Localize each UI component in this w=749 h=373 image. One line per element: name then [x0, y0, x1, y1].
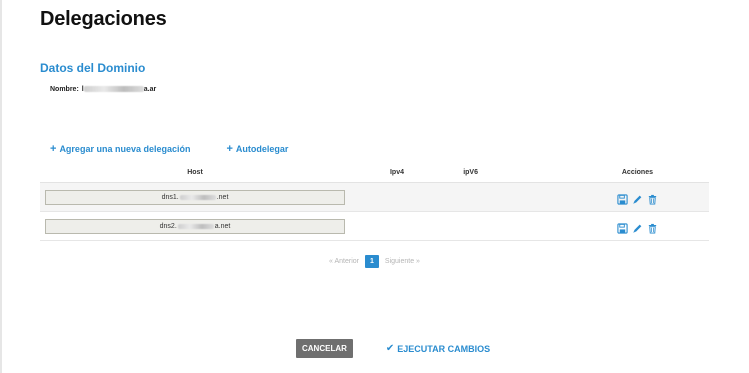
domain-name-suffix: a.ar	[143, 86, 157, 93]
host-prefix: dns2.	[159, 222, 177, 230]
autodelegate-button[interactable]: + Autodelegar	[226, 142, 289, 155]
header-ipv4: Ipv4	[389, 169, 404, 176]
pagination: « Anterior 1 Siguiente »	[0, 255, 749, 268]
trash-icon[interactable]	[647, 192, 658, 205]
add-delegation-button[interactable]: + Agregar una nueva delegación	[50, 142, 191, 155]
row-actions	[617, 221, 658, 234]
section-title: Datos del Dominio	[40, 61, 146, 75]
domain-name-line: Nombre: l a.ar	[50, 86, 156, 93]
table-header: Host Ipv4 ipV6 Acciones	[40, 163, 709, 183]
autodelegate-label: Autodelegar	[235, 144, 289, 154]
redacted-text	[177, 223, 214, 229]
row-actions	[617, 192, 658, 205]
host-input[interactable]: dns1. .net	[45, 189, 345, 205]
cancel-button[interactable]: CANCELAR	[296, 339, 353, 358]
delegations-table: Host Ipv4 ipV6 Acciones dns1. .net dns2. a…	[40, 163, 709, 241]
host-suffix: .net	[216, 193, 229, 201]
execute-changes-button[interactable]: ✔ EJECUTAR CAMBIOS	[386, 343, 490, 354]
trash-icon[interactable]	[647, 221, 658, 234]
plus-icon: +	[226, 142, 233, 155]
delegation-actions: + Agregar una nueva delegación + Autodel…	[50, 142, 289, 155]
header-host: Host	[187, 169, 203, 176]
add-delegation-label: Agregar una nueva delegación	[59, 144, 191, 154]
prev-page-link[interactable]: « Anterior	[329, 258, 359, 265]
domain-name-label: Nombre:	[50, 86, 79, 93]
table-row: dns1. .net	[40, 183, 709, 212]
host-input[interactable]: dns2. a.net	[45, 218, 345, 234]
header-actions: Acciones	[621, 169, 653, 176]
page-number-current[interactable]: 1	[365, 255, 379, 268]
redacted-text	[179, 194, 216, 200]
form-footer: CANCELAR ✔ EJECUTAR CAMBIOS	[296, 339, 490, 358]
execute-changes-label: EJECUTAR CAMBIOS	[397, 343, 491, 354]
next-page-link[interactable]: Siguiente »	[385, 258, 420, 265]
host-prefix: dns1.	[161, 193, 179, 201]
left-border	[0, 0, 2, 373]
domain-name-value: l a.ar	[82, 86, 156, 93]
save-icon[interactable]	[617, 221, 628, 234]
pencil-icon[interactable]	[632, 221, 643, 233]
page-title: Delegaciones	[40, 8, 167, 30]
redacted-text	[83, 86, 144, 93]
header-ipv6: ipV6	[463, 169, 478, 176]
pencil-icon[interactable]	[632, 192, 643, 204]
table-row: dns2. a.net	[40, 212, 709, 241]
save-icon[interactable]	[617, 192, 628, 205]
plus-icon: +	[50, 142, 57, 155]
check-icon: ✔	[385, 343, 395, 354]
host-suffix: a.net	[214, 222, 231, 230]
